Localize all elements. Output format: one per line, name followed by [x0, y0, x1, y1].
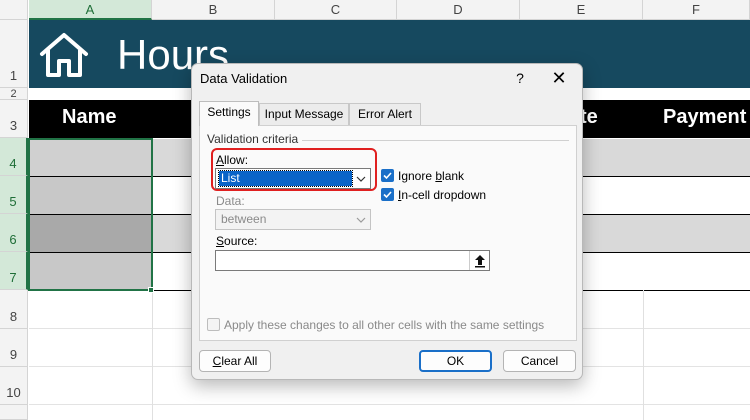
gridline [29, 404, 750, 405]
row-header-5[interactable]: 5 [0, 176, 28, 214]
column-header-f[interactable]: F [643, 0, 750, 20]
in-cell-dropdown-label[interactable]: In-cell dropdown [398, 188, 486, 202]
data-selected-value: between [221, 212, 267, 226]
row-header-8[interactable]: 8 [0, 290, 28, 329]
row-number: 4 [9, 156, 17, 171]
chevron-down-icon [356, 176, 366, 182]
checkmark-icon [383, 172, 392, 180]
ignore-blank-label[interactable]: Ignore blank [398, 169, 464, 183]
select-all-corner[interactable] [0, 0, 28, 20]
row-header-7[interactable]: 7 [0, 252, 28, 290]
allow-dropdown[interactable]: List [215, 168, 371, 189]
ignore-blank-text-post: lank [442, 169, 465, 183]
in-cell-dropdown-checkbox[interactable] [381, 188, 394, 201]
column-header-a[interactable]: A [29, 0, 152, 20]
allow-label: Allow: [216, 153, 248, 167]
tab-input-message[interactable]: Input Message [259, 103, 349, 125]
row-number: 6 [9, 232, 17, 247]
row-header-3[interactable]: 3 [0, 100, 28, 138]
row-number: 9 [9, 347, 18, 362]
clear-all-text: lear All [221, 354, 258, 368]
tab-settings[interactable]: Settings [199, 101, 259, 126]
row-header-11[interactable] [0, 405, 28, 420]
home-icon [40, 33, 88, 77]
cancel-button[interactable]: Cancel [503, 350, 576, 372]
row-number: 2 [10, 88, 17, 100]
row-number: 1 [9, 68, 18, 83]
ok-button[interactable]: OK [419, 350, 492, 372]
column-header-b[interactable]: B [152, 0, 275, 20]
data-label: Data: [216, 194, 245, 208]
row-header-10[interactable]: 10 [0, 367, 28, 405]
row-number: 10 [6, 385, 21, 400]
dialog-title: Data Validation [200, 71, 288, 86]
apply-all-label: Apply these changes to all other cells w… [224, 318, 545, 332]
row-number: 8 [9, 309, 18, 324]
apply-all-checkbox[interactable] [207, 318, 220, 331]
source-text: ource: [224, 234, 258, 248]
source-accesskey: S [216, 234, 225, 248]
gridline [152, 290, 153, 420]
allow-label-text: llow: [224, 153, 249, 167]
header-name: Name [62, 106, 117, 128]
row-number: 7 [9, 270, 17, 285]
data-dropdown: between [215, 209, 371, 230]
row-number: 3 [9, 118, 18, 133]
column-header-d[interactable]: D [397, 0, 520, 20]
upload-arrow-icon [475, 255, 485, 268]
ignore-blank-checkbox[interactable] [381, 169, 394, 182]
row-header-1[interactable]: 1 [0, 20, 28, 88]
ignore-blank-text-pre: Ignore [398, 169, 436, 183]
row-header-9[interactable]: 9 [0, 329, 28, 367]
help-button[interactable]: ? [510, 68, 530, 88]
allow-label-accesskey: A [216, 153, 225, 167]
data-validation-dialog: Data Validation ? ✕ Settings Input Messa… [191, 63, 583, 380]
chevron-down-icon [356, 217, 366, 223]
row-header-6[interactable]: 6 [0, 214, 28, 252]
source-input[interactable] [215, 250, 490, 271]
in-cell-text: n-cell dropdown [401, 188, 487, 202]
checkmark-icon [383, 191, 392, 199]
collapse-dialog-button[interactable] [469, 251, 489, 270]
fill-handle[interactable] [148, 287, 154, 293]
column-header-c[interactable]: C [275, 0, 397, 20]
tab-error-alert[interactable]: Error Alert [349, 103, 421, 125]
row-header-2[interactable]: 2 [0, 88, 28, 100]
source-label: Source: [216, 234, 257, 248]
gridline [643, 290, 644, 420]
row-number: 5 [9, 194, 17, 209]
column-header-e[interactable]: E [520, 0, 643, 20]
clear-all-button[interactable]: Clear All [199, 350, 271, 372]
close-button[interactable]: ✕ [549, 68, 569, 88]
clear-all-accesskey: C [212, 354, 222, 368]
allow-selected-value: List [218, 170, 353, 187]
validation-criteria-label: Validation criteria [207, 132, 303, 146]
header-payment: Payment [663, 106, 747, 128]
cell-selection-range[interactable] [28, 138, 153, 291]
row-header-4[interactable]: 4 [0, 138, 28, 176]
